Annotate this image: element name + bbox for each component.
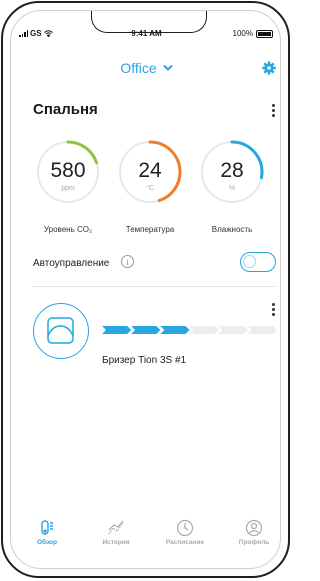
co2-value: 580 (50, 159, 86, 182)
speed-segment (189, 326, 219, 334)
battery: 100% (233, 29, 273, 38)
gear-icon[interactable] (262, 61, 276, 75)
tab-profile[interactable]: Профиль (224, 519, 284, 546)
toggle-knob (243, 255, 256, 268)
tab-schedule-label: Расписание (165, 539, 205, 546)
co2-gauge[interactable]: 580 ppm (36, 140, 100, 204)
speed-segment (160, 326, 190, 334)
tab-overview[interactable]: Обзор (17, 519, 77, 546)
tab-profile-label: Профиль (238, 539, 270, 546)
humidity-unit: % (228, 185, 236, 192)
divider (32, 286, 276, 287)
breezer-icon (47, 317, 74, 344)
location-name: Office (120, 60, 157, 76)
overview-icon (41, 520, 53, 535)
auto-control-label: Автоуправление (33, 258, 110, 269)
profile-icon (245, 519, 263, 537)
speed-segment (247, 326, 277, 334)
temperature-gauge[interactable]: 24 °C (118, 140, 182, 204)
humidity-label: Влажность (211, 225, 253, 234)
status-bar: GS 9:41 AM 100% (0, 29, 293, 43)
phone-frame (1, 1, 290, 578)
tab-schedule[interactable]: Расписание (155, 519, 215, 546)
tab-history-label: История (102, 539, 130, 546)
auto-control-toggle[interactable] (240, 252, 276, 272)
tab-history[interactable]: История (86, 519, 146, 546)
temperature-unit: °C (146, 185, 154, 192)
schedule-icon (176, 519, 194, 537)
device-icon-button[interactable] (33, 303, 89, 359)
tab-overview-label: Обзор (37, 539, 57, 546)
history-icon (108, 520, 124, 535)
fan-speed-indicator[interactable] (102, 325, 277, 335)
app-screen (10, 10, 281, 569)
temperature-label: Температура (125, 225, 175, 234)
speed-segment (102, 326, 132, 334)
info-icon[interactable]: i (121, 255, 134, 268)
co2-unit: ppm (61, 185, 75, 192)
battery-percent: 100% (232, 29, 253, 38)
humidity-gauge[interactable]: 28 % (200, 140, 264, 204)
tab-bar: Обзор История Расписание Профиль (0, 519, 293, 559)
temperature-value: 24 (138, 159, 162, 182)
room-title: Спальня (33, 101, 98, 118)
location-selector[interactable]: Office (0, 60, 293, 76)
humidity-value: 28 (220, 159, 244, 182)
chevron-down-icon (162, 64, 173, 71)
battery-icon (256, 29, 273, 38)
room-menu-button[interactable] (272, 104, 276, 118)
speed-segment (131, 326, 161, 334)
header: Office (0, 60, 293, 82)
co2-label: Уровень CO₂ (43, 225, 93, 234)
device-menu-button[interactable] (272, 303, 276, 317)
speed-segment (218, 326, 248, 334)
device-name: Бризер Tion 3S #1 (102, 355, 187, 366)
